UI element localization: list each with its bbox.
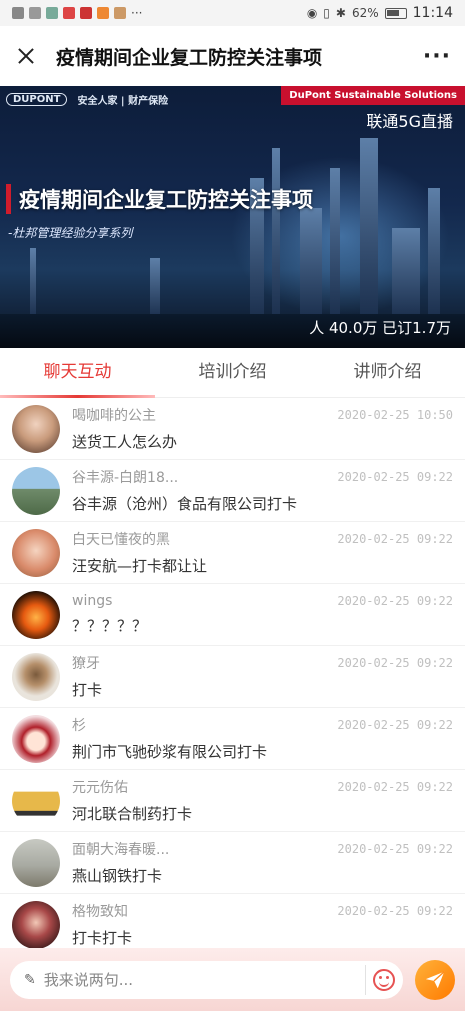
message-time: 2020-02-25 09:22 — [337, 780, 453, 794]
message-author[interactable]: 獠牙 — [72, 653, 337, 673]
page-title: 疫情期间企业复工防控关注事项 — [56, 46, 323, 69]
message-author[interactable]: 喝咖啡的公主 — [72, 405, 337, 425]
refinery-tower — [300, 208, 322, 318]
factory-avatar-icon[interactable] — [12, 466, 60, 515]
tab-lecturer[interactable]: 讲师介绍 — [310, 348, 465, 397]
photo-avatar-icon[interactable] — [12, 900, 60, 948]
message-time: 2020-02-25 09:22 — [337, 842, 453, 856]
photo-icon — [114, 7, 126, 19]
refinery-tower — [272, 148, 280, 318]
clock: 11:14 — [412, 5, 453, 21]
viewer-stats: 人 40.0万 已订1.7万 — [309, 319, 451, 337]
brand-tag: DuPont Sustainable Solutions — [281, 86, 465, 105]
chat-message: 元元伤佑 2020-02-25 09:22 河北联合制药打卡 — [0, 770, 465, 832]
chat-message: 獠牙 2020-02-25 09:22 打卡 — [0, 646, 465, 708]
message-author[interactable]: 白天已懂夜的黑 — [72, 529, 337, 549]
app-icon — [29, 7, 41, 19]
send-button[interactable] — [415, 959, 455, 1000]
message-author[interactable]: wings — [72, 593, 337, 609]
banner-subtitle: -杜邦管理经验分享系列 — [8, 226, 133, 240]
chat-message: 格物致知 2020-02-25 09:22 打卡打卡 — [0, 894, 465, 948]
chat-message: 杉 2020-02-25 09:22 荆门市飞驰砂浆有限公司打卡 — [0, 708, 465, 770]
refinery-tower — [428, 188, 440, 318]
fire-avatar-icon[interactable] — [12, 590, 60, 639]
beach-avatar-icon[interactable] — [12, 838, 60, 887]
dupont-logo: DUPONT — [6, 93, 68, 106]
paper-plane-icon — [425, 970, 445, 988]
car-avatar-icon[interactable] — [12, 776, 60, 825]
message-text: 河北联合制药打卡 — [72, 805, 193, 823]
status-bar: ··· ◉ ▯ ✱ 62% 11:14 — [0, 0, 465, 26]
tab-training[interactable]: 培训介绍 — [155, 348, 310, 397]
system-status: ◉ ▯ ✱ 62% 11:14 — [307, 5, 453, 21]
tab-chat[interactable]: 聊天互动 — [0, 348, 155, 398]
cartoon-avatar-icon[interactable] — [12, 652, 60, 701]
alert-icon — [63, 7, 75, 19]
emoji-button[interactable] — [365, 964, 395, 995]
message-text: 汪安航—打卡都让让 — [72, 557, 208, 575]
refinery-tower — [150, 258, 160, 318]
message-text: 荆门市飞驰砂浆有限公司打卡 — [72, 743, 268, 761]
message-text: ？？？？？ — [72, 617, 148, 635]
banner-logos: DUPONT 安全人家 | 财产保险 — [6, 92, 168, 107]
status-more-text: ··· — [131, 6, 143, 20]
battery-percent: 62% — [351, 6, 379, 20]
comment-input[interactable]: ✎ 我来说两句... — [10, 960, 403, 999]
portrait-avatar-icon[interactable] — [12, 404, 60, 453]
notification-icons: ··· — [12, 6, 142, 20]
refinery-tower — [360, 138, 378, 318]
partner-logo: 安全人家 | 财产保险 — [77, 96, 169, 107]
message-time: 2020-02-25 09:22 — [337, 904, 453, 918]
message-author[interactable]: 格物致知 — [72, 901, 337, 921]
title-bar: 疫情期间企业复工防控关注事项 ··· — [0, 26, 465, 86]
wechat-icon — [46, 7, 58, 19]
message-time: 2020-02-25 09:22 — [337, 594, 453, 608]
more-menu-icon[interactable]: ··· — [423, 44, 451, 69]
app-orange-icon — [97, 7, 109, 19]
message-text: 打卡 — [72, 681, 103, 699]
message-text: 谷丰源（沧州）食品有限公司打卡 — [72, 495, 298, 513]
vibrate-icon: ▯ — [323, 6, 330, 20]
chat-message: 面朝大海春暖... 2020-02-25 09:22 燕山钢铁打卡 — [0, 832, 465, 894]
refinery-tower — [392, 228, 420, 318]
chat-list[interactable]: 喝咖啡的公主 2020-02-25 10:50 送货工人怎么办 谷丰源-白朗18… — [0, 398, 465, 948]
chat-message: wings 2020-02-25 09:22 ？？？？？ — [0, 584, 465, 646]
message-author[interactable]: 面朝大海春暖... — [72, 839, 337, 859]
app-red-icon — [80, 7, 92, 19]
message-icon — [12, 7, 24, 19]
message-time: 2020-02-25 09:22 — [337, 718, 453, 732]
message-text: 燕山钢铁打卡 — [72, 867, 163, 885]
message-time: 2020-02-25 09:22 — [337, 532, 453, 546]
message-author[interactable]: 谷丰源-白朗18... — [72, 467, 337, 487]
refinery-tower — [30, 248, 36, 318]
comment-placeholder[interactable]: 我来说两句... — [44, 969, 365, 990]
nfc-icon: ◉ — [306, 6, 318, 20]
message-time: 2020-02-25 10:50 — [337, 408, 453, 422]
close-icon[interactable] — [14, 44, 38, 68]
doll-avatar-icon[interactable] — [12, 714, 60, 763]
live-video-banner[interactable]: DUPONT 安全人家 | 财产保险 DuPont Sustainable So… — [0, 86, 465, 348]
message-text: 打卡打卡 — [72, 929, 133, 947]
live-label: 联通5G直播 — [366, 112, 453, 131]
chat-message: 谷丰源-白朗18... 2020-02-25 09:22 谷丰源（沧州）食品有限… — [0, 460, 465, 522]
smile-icon — [373, 968, 395, 991]
battery-icon — [384, 7, 407, 19]
bluetooth-icon: ✱ — [335, 6, 346, 20]
message-time: 2020-02-25 09:22 — [337, 470, 453, 484]
message-time: 2020-02-25 09:22 — [337, 656, 453, 670]
banner-title: 疫情期间企业复工防控关注事项 — [6, 184, 313, 214]
child-avatar-icon[interactable] — [12, 528, 60, 577]
pencil-icon: ✎ — [24, 971, 36, 988]
chat-message: 白天已懂夜的黑 2020-02-25 09:22 汪安航—打卡都让让 — [0, 522, 465, 584]
refinery-tower — [330, 168, 340, 318]
comment-input-bar: ✎ 我来说两句... — [0, 948, 465, 1011]
tab-bar: 聊天互动 培训介绍 讲师介绍 — [0, 348, 465, 398]
message-author[interactable]: 杉 — [72, 715, 337, 735]
chat-message: 喝咖啡的公主 2020-02-25 10:50 送货工人怎么办 — [0, 398, 465, 460]
message-author[interactable]: 元元伤佑 — [72, 777, 337, 797]
message-text: 送货工人怎么办 — [72, 433, 178, 451]
